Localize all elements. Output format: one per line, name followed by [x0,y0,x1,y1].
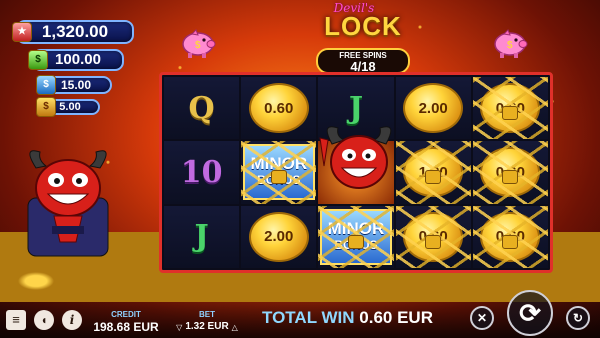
coin-symbol: 0.60 [248,83,309,134]
turbo-icon[interactable]: ✕ [470,306,494,330]
total-win-display: TOTAL WIN 0.60 EUR [262,308,433,328]
locked-reel-cell: 0.60 [472,77,548,140]
reel-cell: 2.00 [395,77,471,140]
major-jackpot-icon: $ [28,50,48,70]
bet-decrease-icon[interactable]: ▽ [176,323,182,332]
minor-jackpot-icon: $ [36,75,56,95]
padlock-icon [502,234,519,249]
symbol-10: 10 [180,154,223,190]
padlock-icon [347,234,364,249]
mini-jackpot-meter: $ 5.00 [36,97,100,117]
jackpot-panel: ★ 1,320.00 $ 100.00 $ 15.00 $ 5.00 [10,20,140,117]
coin-value: 0.60 [264,99,294,117]
total-win-label: TOTAL WIN [262,308,355,327]
info-icon[interactable]: i [62,310,82,330]
grand-jackpot-meter: ★ 1,320.00 [12,20,134,44]
piggy-bank-icon: $ [182,29,216,58]
devil-mascot-icon [27,150,109,257]
svg-text:$: $ [507,40,513,51]
spin-button[interactable]: ⟳ [507,290,553,336]
reel-cell: 2.00 [241,205,317,268]
coin-symbol: 2.00 [248,211,309,262]
credit-display: CREDIT 198.68 EUR [92,310,160,334]
credit-value: 198.68 EUR [93,320,159,334]
locked-reel-cell: MINOR BONUS [241,141,317,204]
logo-lock-text: LOCK [324,11,402,41]
symbol-q: Q [188,90,215,126]
coin-symbol: 2.00 [403,83,464,134]
total-win-value: 0.60 EUR [359,308,433,327]
symbol-j: J [194,219,209,255]
locked-reel-cell: 0.60 [472,205,548,268]
reel-cell: J [164,205,240,268]
mini-jackpot-value: 5.00 [59,101,81,113]
autoplay-icon[interactable]: ↻ [566,306,590,330]
padlock-icon [502,106,519,121]
menu-icon[interactable]: ≡ [6,310,26,330]
free-spins-counter: FREE SPINS 4/18 [316,48,410,74]
coin-value: 2.00 [418,99,448,117]
padlock-icon [502,170,519,185]
locked-reel-cell: MINOR BONUS [318,205,394,268]
game-logo: Devil's LOCK [317,2,409,41]
bet-value: 1.32 EUR [185,321,229,332]
minor-jackpot-meter: $ 15.00 [36,75,112,95]
bet-increase-icon[interactable]: △ [232,323,238,332]
locked-reel-cell: 0.60 [472,141,548,204]
bet-display: BET ▽ 1.32 EUR △ [170,310,244,334]
padlock-icon [425,234,442,249]
credit-label: CREDIT [111,310,141,319]
padlock-icon [270,170,287,185]
reel-cell: 10 [164,141,240,204]
sound-icon[interactable]: ◖ [34,310,54,330]
coin-value: 2.00 [264,228,294,246]
reel-cell: 0.60 [241,77,317,140]
devil-character-icon [319,126,392,189]
locked-reel-cell: 1.20 [395,141,471,204]
grand-jackpot-icon: ★ [12,22,32,42]
svg-text:$: $ [195,40,201,51]
minor-jackpot-value: 15.00 [60,78,92,92]
padlock-icon [425,170,442,185]
grand-jackpot-value: 1,320.00 [41,22,109,41]
mini-jackpot-icon: $ [36,97,56,117]
major-jackpot-value: 100.00 [55,51,101,68]
major-jackpot-meter: $ 100.00 [28,49,124,71]
piggy-bank-icon: $ [494,29,528,58]
bet-label: BET [199,310,215,319]
locked-reel-cell: 0.60 [395,205,471,268]
reel-cell: Q [164,77,240,140]
